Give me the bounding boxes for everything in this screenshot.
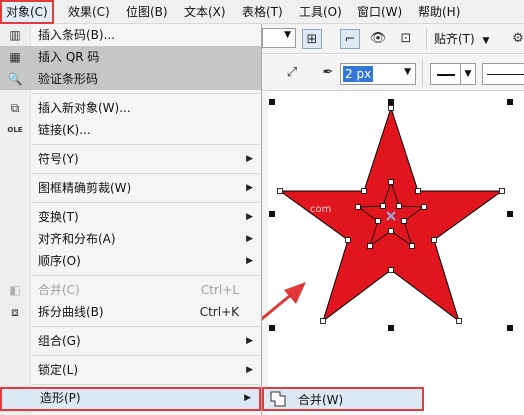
menu-item-label: 组合(G) xyxy=(38,334,81,348)
menu-item-label: 造形(P) xyxy=(40,391,81,405)
submenu-arrow-icon: ▶ xyxy=(246,212,253,222)
menu-item-label: 验证条形码 xyxy=(38,72,99,86)
menu-item-shaping[interactable]: 造形(P) ▶ xyxy=(0,387,261,411)
submenu-arrow-icon: ▶ xyxy=(244,393,251,403)
menu-item-label: 符号(Y) xyxy=(38,152,79,166)
submenu-arrow-icon: ▶ xyxy=(246,183,253,193)
menu-item-links[interactable]: OLE 链接(K)... xyxy=(0,119,261,141)
insert-object-icon: ⧉ xyxy=(10,101,20,115)
menu-item-label: 顺序(O) xyxy=(38,254,81,268)
menu-separator xyxy=(32,144,260,145)
submenu-arrow-icon: ▶ xyxy=(246,365,253,375)
menu-item-order[interactable]: 顺序(O) ▶ xyxy=(0,250,261,272)
menu-item-group[interactable]: 组合(G) ▶ xyxy=(0,330,261,352)
menu-item-symbol[interactable]: 符号(Y) ▶ xyxy=(0,148,261,170)
menu-item-insert-new-object[interactable]: ⧉ 插入新对象(W)... xyxy=(0,97,261,119)
weld-icon xyxy=(270,391,286,407)
submenu-item-weld[interactable]: 合并(W) xyxy=(298,391,343,409)
menu-item-label: 对齐和分布(A) xyxy=(38,232,116,246)
menu-separator xyxy=(32,173,260,174)
menu-separator xyxy=(32,384,260,385)
barcode-icon: ▥ xyxy=(9,28,21,42)
menu-item-powerclip[interactable]: 图框精确剪裁(W) ▶ xyxy=(0,177,261,199)
submenu-arrow-icon: ▶ xyxy=(246,256,253,266)
watermark-text: com xyxy=(310,204,331,215)
menu-item-label: 插入新对象(W)... xyxy=(38,101,131,115)
menu-item-break-apart[interactable]: ⧈ 拆分曲线(B) Ctrl+K xyxy=(0,301,261,323)
menu-item-insert-qr-code[interactable]: ▦ 插入 QR 码 xyxy=(0,46,261,68)
menu-item-shortcut: Ctrl+L xyxy=(200,283,239,297)
menu-item-shortcut: Ctrl+K xyxy=(199,305,239,319)
menu-item-label: 图框精确剪裁(W) xyxy=(38,181,132,195)
object-menu: ▥ 插入条码(B)... ▦ 插入 QR 码 🔍 验证条形码 ⧉ 插入新对象(W… xyxy=(0,24,262,415)
submenu-arrow-icon: ▶ xyxy=(246,234,253,244)
menu-item-label: 合并(C) xyxy=(38,283,80,297)
submenu-arrow-icon: ▶ xyxy=(246,154,253,164)
submenu-arrow-icon: ▶ xyxy=(246,336,253,346)
menu-item-lock[interactable]: 锁定(L) ▶ xyxy=(0,359,261,381)
combine-icon: ◧ xyxy=(9,283,21,297)
menu-separator xyxy=(32,202,260,203)
menu-item-label: 插入 QR 码 xyxy=(38,50,100,64)
menu-item-transformations[interactable]: 变换(T) ▶ xyxy=(0,206,261,228)
qr-code-icon: ▦ xyxy=(9,50,21,64)
ole-icon: OLE xyxy=(7,126,23,134)
menu-item-validate-barcode[interactable]: 🔍 验证条形码 xyxy=(0,68,261,90)
magnifier-icon: 🔍 xyxy=(7,72,23,86)
menu-item-label: 锁定(L) xyxy=(38,363,79,377)
menu-item-label: 插入条码(B)... xyxy=(38,28,116,42)
menu-item-label: 链接(K)... xyxy=(38,123,91,137)
menu-item-insert-barcode[interactable]: ▥ 插入条码(B)... xyxy=(0,24,261,46)
menu-separator xyxy=(32,326,260,327)
menu-separator xyxy=(32,275,260,276)
menu-separator xyxy=(32,93,260,94)
break-apart-icon: ⧈ xyxy=(11,305,19,319)
menu-item-combine[interactable]: ◧ 合并(C) Ctrl+L xyxy=(0,279,261,301)
menu-item-label: 拆分曲线(B) xyxy=(38,305,104,319)
shaping-submenu: 合并(W) xyxy=(262,387,424,411)
menu-item-align-distribute[interactable]: 对齐和分布(A) ▶ xyxy=(0,228,261,250)
menu-separator xyxy=(32,355,260,356)
menu-item-label: 变换(T) xyxy=(38,210,79,224)
